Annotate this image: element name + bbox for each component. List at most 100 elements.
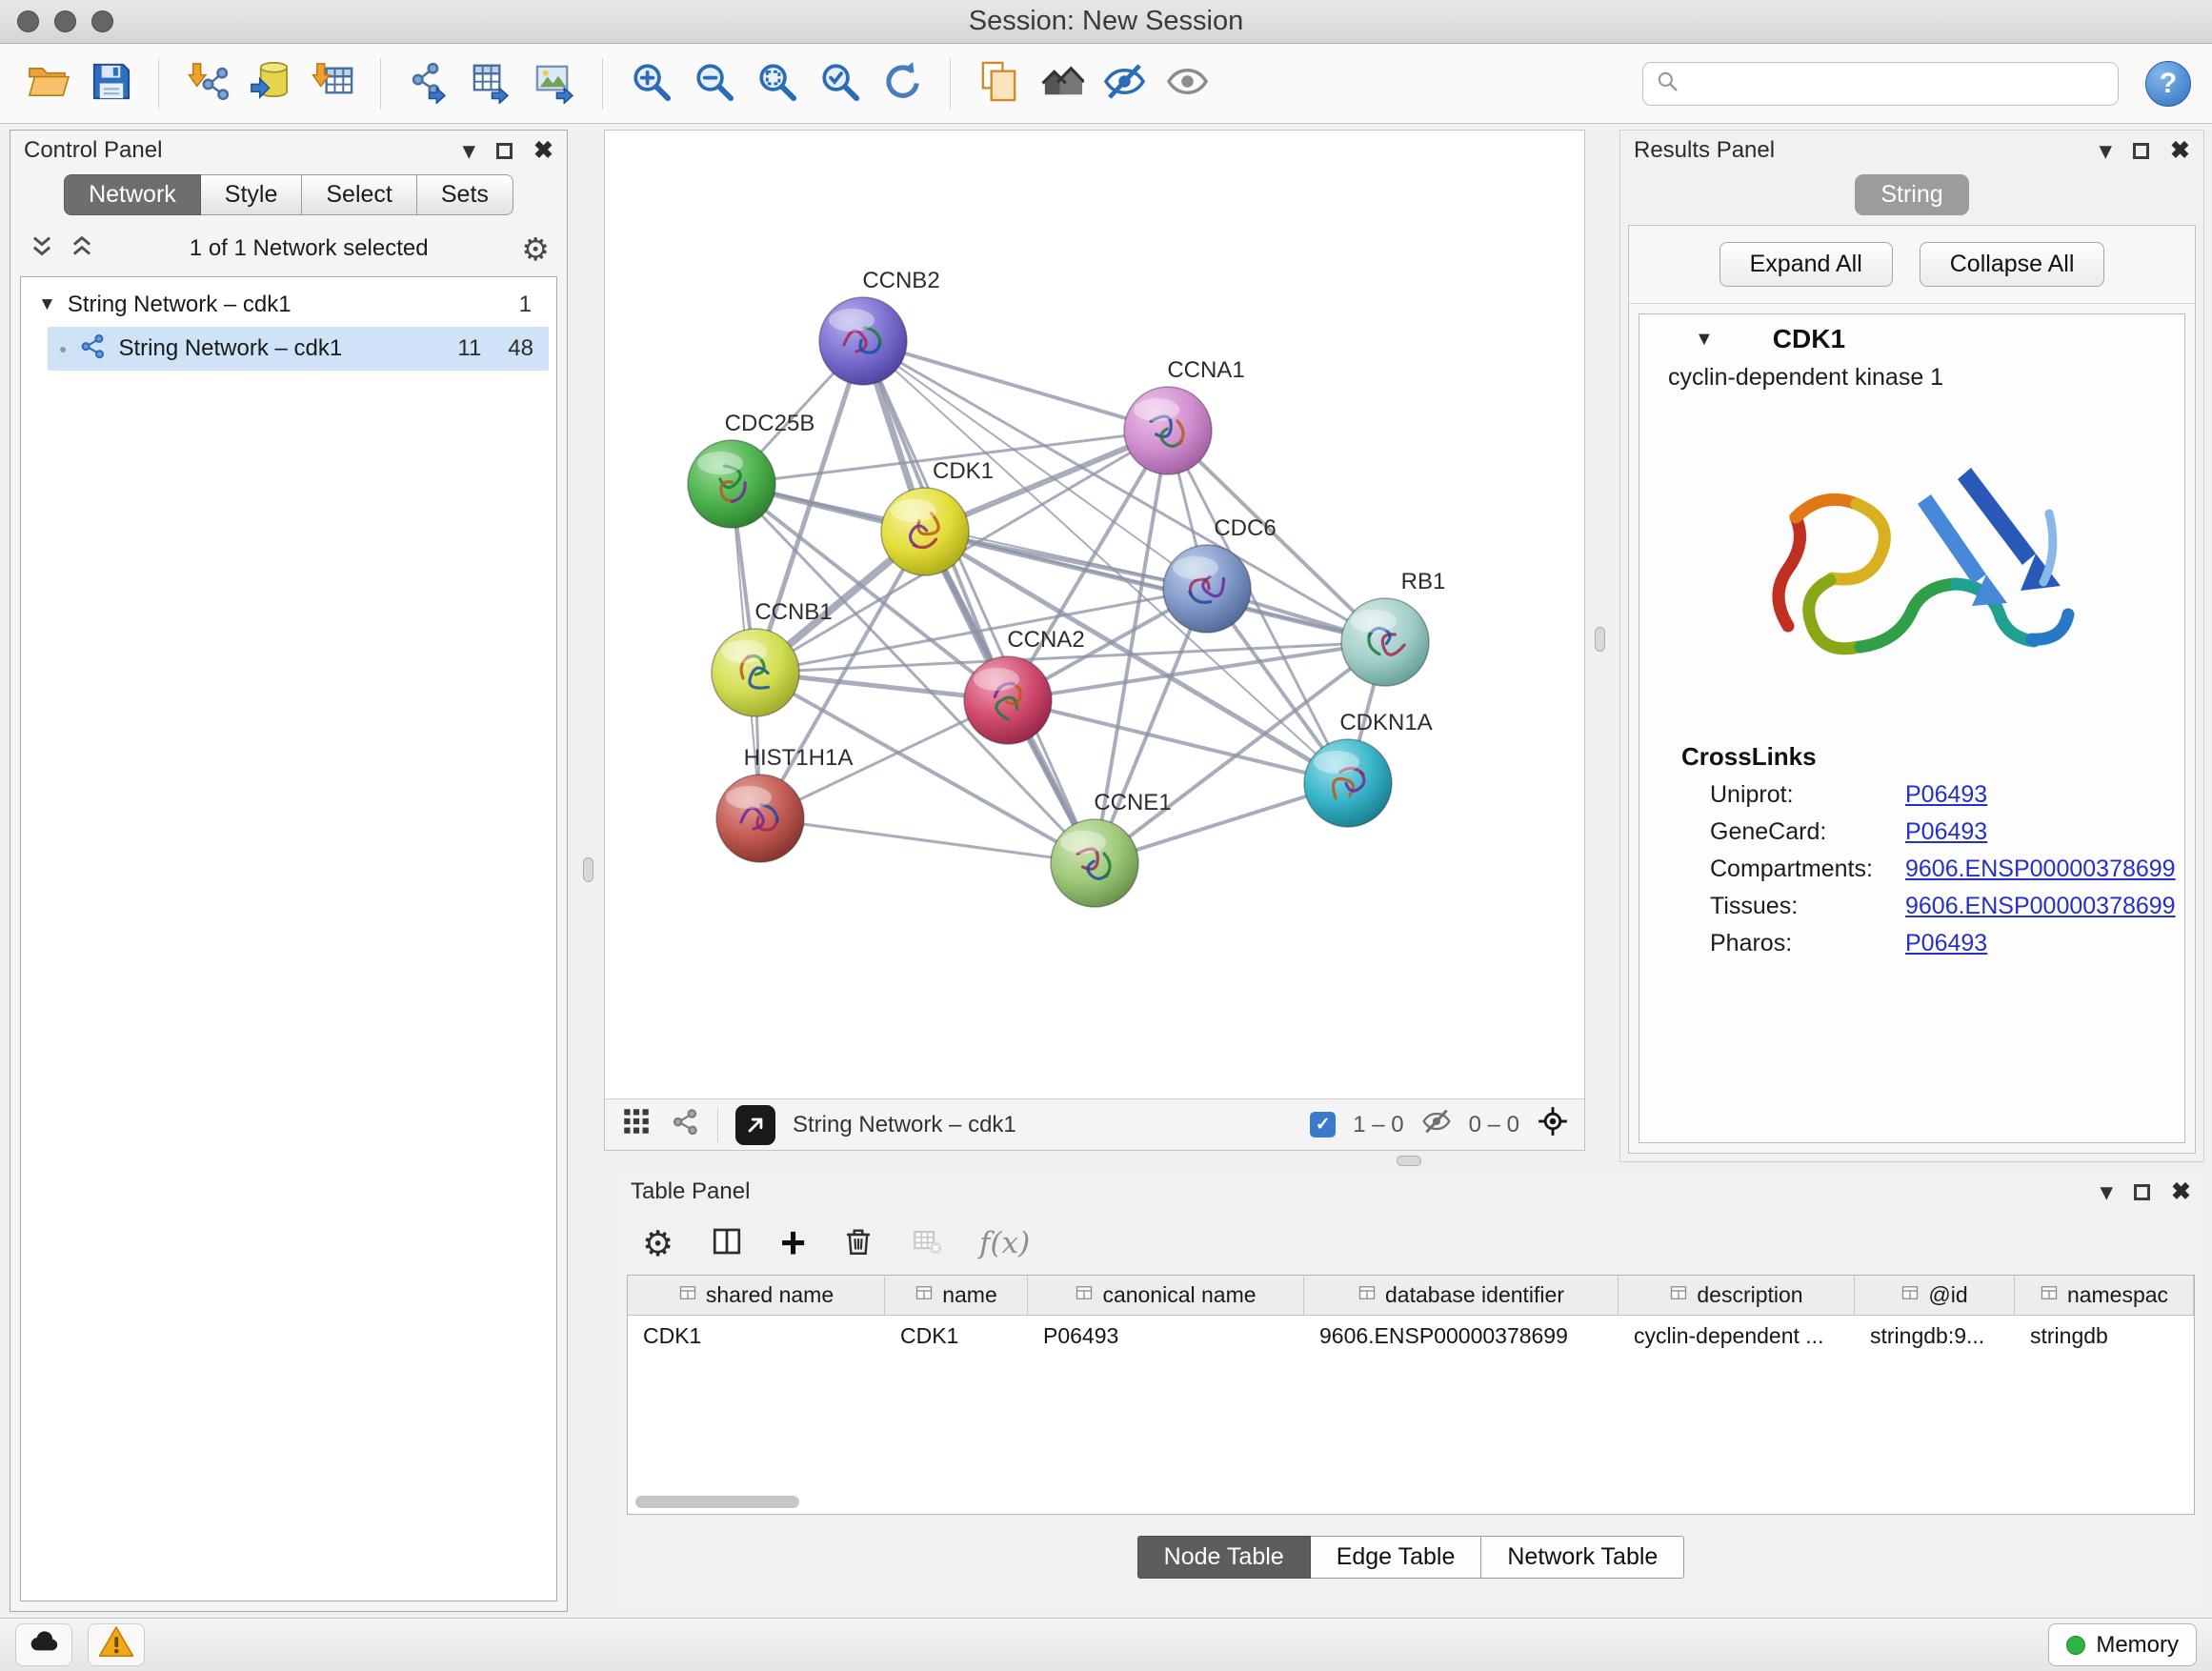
panel-close-icon[interactable]: ✖ xyxy=(533,139,553,163)
import-network-file-button[interactable] xyxy=(180,56,233,111)
delete-column-trash-icon[interactable] xyxy=(842,1225,875,1262)
memory-button[interactable]: Memory xyxy=(2048,1623,2197,1666)
import-table-button[interactable] xyxy=(306,56,359,111)
zoom-fit-button[interactable] xyxy=(750,56,803,111)
panel-menu-icon[interactable]: ▾ xyxy=(462,138,475,164)
cloud-sync-button[interactable] xyxy=(15,1623,72,1666)
network-node-cdc6[interactable]: CDC6 xyxy=(1163,515,1277,633)
question-icon: ? xyxy=(2160,68,2177,100)
network-view: CCNB2CCNA1CDC25BCDK1CDC6RB1CCNB1CCNA2CDK… xyxy=(604,130,1585,1151)
tab-select[interactable]: Select xyxy=(302,174,416,215)
fit-crosshair-icon[interactable] xyxy=(1537,1105,1569,1144)
collapse-all-icon[interactable] xyxy=(28,232,56,266)
tree-expand-icon[interactable]: ▼ xyxy=(38,294,56,315)
search-box[interactable] xyxy=(1642,62,2119,106)
network-row-selected[interactable]: ● String Network – cdk1 11 48 xyxy=(48,327,549,371)
search-input[interactable] xyxy=(1689,70,2106,97)
genecard-link[interactable]: P06493 xyxy=(1905,818,1987,846)
tissues-link[interactable]: 9606.ENSP00000378699 xyxy=(1905,893,2176,920)
network-node-ccnb2[interactable]: CCNB2 xyxy=(819,268,940,385)
column-header[interactable]: namespac xyxy=(2015,1276,2194,1315)
zoom-out-button[interactable] xyxy=(687,56,740,111)
tab-edge-table[interactable]: Edge Table xyxy=(1311,1536,1482,1579)
expand-all-icon[interactable] xyxy=(68,232,96,266)
expand-all-button[interactable]: Expand All xyxy=(1719,242,1893,287)
network-node-ccnb1[interactable]: CCNB1 xyxy=(712,599,833,716)
import-network-database-button[interactable] xyxy=(243,56,296,111)
network-tree[interactable]: ▼ String Network – cdk1 1 ● String Netwo… xyxy=(20,276,557,1601)
panel-menu-icon[interactable]: ▾ xyxy=(2100,1179,2113,1205)
warnings-button[interactable] xyxy=(88,1623,145,1666)
refresh-view-button[interactable] xyxy=(875,56,929,111)
tab-style[interactable]: Style xyxy=(201,174,303,215)
panel-float-icon[interactable] xyxy=(2133,143,2149,159)
left-splitter-handle[interactable] xyxy=(583,857,593,882)
table-gear-icon[interactable]: ⚙ xyxy=(642,1226,674,1261)
panel-float-icon[interactable] xyxy=(496,143,513,159)
node-label: RB1 xyxy=(1401,569,1446,594)
duplicate-document-button[interactable] xyxy=(972,56,1025,111)
uniprot-link[interactable]: P06493 xyxy=(1905,781,1987,809)
column-header[interactable]: @id xyxy=(1855,1276,2015,1315)
column-type-icon xyxy=(678,1282,697,1308)
show-selected-button[interactable] xyxy=(1160,56,1214,111)
tab-sets[interactable]: Sets xyxy=(417,174,513,215)
tab-string[interactable]: String xyxy=(1855,174,1968,215)
bottom-splitter-handle[interactable] xyxy=(1397,1156,1421,1166)
open-session-button[interactable] xyxy=(21,56,74,111)
network-edge[interactable] xyxy=(925,532,1385,642)
panel-close-icon[interactable]: ✖ xyxy=(2170,139,2190,163)
hidden-eye-slash-icon[interactable] xyxy=(1421,1106,1452,1143)
column-header[interactable]: canonical name xyxy=(1028,1276,1304,1315)
panel-float-icon[interactable] xyxy=(2134,1184,2150,1200)
help-button[interactable]: ? xyxy=(2145,61,2191,107)
network-node-cdk1[interactable]: CDK1 xyxy=(881,458,994,575)
compartments-link[interactable]: 9606.ENSP00000378699 xyxy=(1905,856,2176,883)
zoom-window-button[interactable] xyxy=(91,10,113,32)
network-type-icon[interactable] xyxy=(670,1106,700,1143)
open-in-new-window-button[interactable] xyxy=(735,1105,775,1145)
panel-menu-icon[interactable]: ▾ xyxy=(2099,138,2112,164)
network-node-cdc25b[interactable]: CDC25B xyxy=(688,411,814,528)
network-edge[interactable] xyxy=(863,341,1095,863)
show-columns-icon[interactable] xyxy=(710,1224,744,1263)
export-table-button[interactable] xyxy=(465,56,518,111)
network-row-label: String Network – cdk1 xyxy=(118,335,342,362)
column-header[interactable]: shared name xyxy=(628,1276,885,1315)
panel-close-icon[interactable]: ✖ xyxy=(2171,1180,2191,1204)
gear-icon[interactable]: ⚙ xyxy=(521,233,550,265)
network-edge[interactable] xyxy=(760,818,1095,863)
zoom-in-button[interactable] xyxy=(624,56,677,111)
minimize-window-button[interactable] xyxy=(54,10,76,32)
column-header[interactable]: description xyxy=(1619,1276,1855,1315)
hide-selected-button[interactable] xyxy=(1097,56,1151,111)
save-session-button[interactable] xyxy=(84,56,137,111)
selected-checkbox-icon[interactable]: ✓ xyxy=(1310,1112,1336,1137)
table-row[interactable]: CDK1 CDK1 P06493 9606.ENSP00000378699 cy… xyxy=(628,1316,2194,1356)
network-edge[interactable] xyxy=(863,341,1168,431)
network-node-hist1h1a[interactable]: HIST1H1A xyxy=(716,745,853,862)
protein-header[interactable]: ▼ CDK1 xyxy=(1639,314,2184,364)
column-header[interactable]: database identifier xyxy=(1304,1276,1619,1315)
pharos-link[interactable]: P06493 xyxy=(1905,930,1987,957)
add-column-icon[interactable]: + xyxy=(780,1223,806,1262)
tab-network[interactable]: Network xyxy=(64,174,201,215)
zoom-selected-button[interactable] xyxy=(813,56,866,111)
right-splitter-handle[interactable] xyxy=(1595,627,1605,652)
network-collection-row[interactable]: ▼ String Network – cdk1 1 xyxy=(21,283,556,327)
collapse-section-icon[interactable]: ▼ xyxy=(1695,329,1714,351)
export-image-button[interactable] xyxy=(528,56,581,111)
birds-eye-grid-icon[interactable] xyxy=(620,1105,653,1144)
horizontal-scrollbar[interactable] xyxy=(635,1496,799,1508)
tab-network-table[interactable]: Network Table xyxy=(1481,1536,1684,1579)
close-window-button[interactable] xyxy=(17,10,39,32)
home-views-button[interactable] xyxy=(1035,56,1088,111)
network-node-rb1[interactable]: RB1 xyxy=(1341,569,1445,686)
tab-node-table[interactable]: Node Table xyxy=(1137,1536,1311,1579)
column-header[interactable]: name xyxy=(885,1276,1028,1315)
network-node-cdkn1a[interactable]: CDKN1A xyxy=(1304,710,1433,827)
network-canvas[interactable]: CCNB2CCNA1CDC25BCDK1CDC6RB1CCNB1CCNA2CDK… xyxy=(605,131,1584,1098)
collapse-all-button[interactable]: Collapse All xyxy=(1920,242,2105,287)
network-node-ccna1[interactable]: CCNA1 xyxy=(1124,357,1245,474)
export-network-button[interactable] xyxy=(402,56,455,111)
